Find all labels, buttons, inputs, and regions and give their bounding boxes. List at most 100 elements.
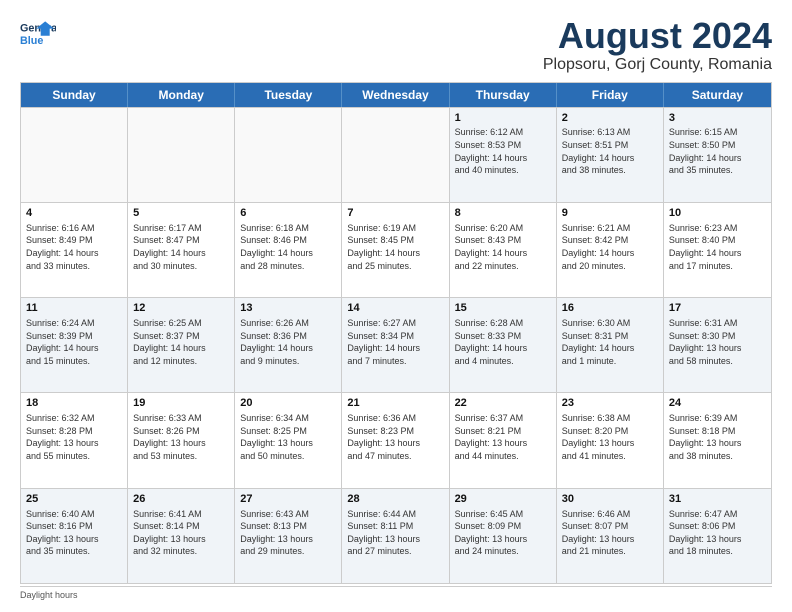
cell-info: Sunrise: 6:18 AM Sunset: 8:46 PM Dayligh… [240, 223, 313, 271]
day-number: 20 [240, 396, 336, 411]
day-number: 23 [562, 396, 658, 411]
day-number: 5 [133, 206, 229, 221]
cell-info: Sunrise: 6:37 AM Sunset: 8:21 PM Dayligh… [455, 413, 528, 461]
day-number: 27 [240, 492, 336, 507]
calendar-cell: 29Sunrise: 6:45 AM Sunset: 8:09 PM Dayli… [450, 489, 557, 583]
calendar-cell: 9 Sunrise: 6:21 AM Sunset: 8:42 PM Daylig… [557, 203, 664, 297]
cell-info: Sunrise: 6:13 AM Sunset: 8:51 PM Dayligh… [562, 127, 635, 175]
calendar-cell: 17Sunrise: 6:31 AM Sunset: 8:30 PM Dayli… [664, 298, 771, 392]
calendar-cell: 3Sunrise: 6:15 AM Sunset: 8:50 PM Daylig… [664, 108, 771, 202]
cell-info: Sunrise: 6:41 AM Sunset: 8:14 PM Dayligh… [133, 509, 206, 557]
day-number: 19 [133, 396, 229, 411]
cell-info: Sunrise: 6:21 AM Sunset: 8:42 PM Dayligh… [562, 223, 635, 271]
calendar-header-cell: Wednesday [342, 83, 449, 107]
cell-info: Sunrise: 6:27 AM Sunset: 8:34 PM Dayligh… [347, 318, 420, 366]
day-number: 9 [562, 206, 658, 221]
calendar-cell: 4 Sunrise: 6:16 AM Sunset: 8:49 PM Daylig… [21, 203, 128, 297]
calendar-cell: 8Sunrise: 6:20 AM Sunset: 8:43 PM Daylig… [450, 203, 557, 297]
calendar-cell: 6 Sunrise: 6:18 AM Sunset: 8:46 PM Daylig… [235, 203, 342, 297]
header: GeneralBlue August 2024 Plopsoru, Gorj C… [20, 16, 772, 74]
calendar-cell [21, 108, 128, 202]
calendar-cell: 10 Sunrise: 6:23 AM Sunset: 8:40 PM Dayli… [664, 203, 771, 297]
day-number: 24 [669, 396, 766, 411]
cell-info: Sunrise: 6:33 AM Sunset: 8:26 PM Dayligh… [133, 413, 206, 461]
logo: GeneralBlue [20, 16, 56, 52]
cell-info: Sunrise: 6:44 AM Sunset: 8:11 PM Dayligh… [347, 509, 420, 557]
calendar-header-cell: Monday [128, 83, 235, 107]
calendar-cell: 5 Sunrise: 6:17 AM Sunset: 8:47 PM Daylig… [128, 203, 235, 297]
cell-info: Sunrise: 6:17 AM Sunset: 8:47 PM Dayligh… [133, 223, 206, 271]
calendar-cell: 23 Sunrise: 6:38 AM Sunset: 8:20 PM Dayli… [557, 393, 664, 487]
footer-note: Daylight hours [20, 586, 772, 600]
calendar-week-row: 25 Sunrise: 6:40 AM Sunset: 8:16 PM Dayli… [21, 488, 771, 583]
cell-info: Sunrise: 6:23 AM Sunset: 8:40 PM Dayligh… [669, 223, 742, 271]
calendar-cell [128, 108, 235, 202]
cell-info: Sunrise: 6:38 AM Sunset: 8:20 PM Dayligh… [562, 413, 635, 461]
cell-info: Sunrise: 6:43 AM Sunset: 8:13 PM Dayligh… [240, 509, 313, 557]
cell-info: Sunrise: 6:25 AM Sunset: 8:37 PM Dayligh… [133, 318, 206, 366]
calendar-cell: 22Sunrise: 6:37 AM Sunset: 8:21 PM Dayli… [450, 393, 557, 487]
day-number: 21 [347, 396, 443, 411]
cell-info: Sunrise: 6:32 AM Sunset: 8:28 PM Dayligh… [26, 413, 99, 461]
logo-icon: GeneralBlue [20, 16, 56, 52]
calendar-cell: 19 Sunrise: 6:33 AM Sunset: 8:26 PM Dayli… [128, 393, 235, 487]
calendar-cell: 7Sunrise: 6:19 AM Sunset: 8:45 PM Daylig… [342, 203, 449, 297]
cell-info: Sunrise: 6:16 AM Sunset: 8:49 PM Dayligh… [26, 223, 99, 271]
calendar-cell: 26 Sunrise: 6:41 AM Sunset: 8:14 PM Dayli… [128, 489, 235, 583]
cell-info: Sunrise: 6:15 AM Sunset: 8:50 PM Dayligh… [669, 127, 742, 175]
calendar: SundayMondayTuesdayWednesdayThursdayFrid… [20, 82, 772, 584]
calendar-cell: 13 Sunrise: 6:26 AM Sunset: 8:36 PM Dayli… [235, 298, 342, 392]
day-number: 7 [347, 206, 443, 221]
cell-info: Sunrise: 6:24 AM Sunset: 8:39 PM Dayligh… [26, 318, 99, 366]
day-number: 6 [240, 206, 336, 221]
calendar-cell: 16 Sunrise: 6:30 AM Sunset: 8:31 PM Dayli… [557, 298, 664, 392]
calendar-header-row: SundayMondayTuesdayWednesdayThursdayFrid… [21, 83, 771, 107]
day-number: 15 [455, 301, 551, 316]
day-number: 14 [347, 301, 443, 316]
svg-text:Blue: Blue [20, 35, 43, 47]
title-section: August 2024 Plopsoru, Gorj County, Roman… [543, 16, 772, 74]
cell-info: Sunrise: 6:12 AM Sunset: 8:53 PM Dayligh… [455, 127, 528, 175]
cell-info: Sunrise: 6:34 AM Sunset: 8:25 PM Dayligh… [240, 413, 313, 461]
day-number: 26 [133, 492, 229, 507]
calendar-cell: 1Sunrise: 6:12 AM Sunset: 8:53 PM Daylig… [450, 108, 557, 202]
cell-info: Sunrise: 6:31 AM Sunset: 8:30 PM Dayligh… [669, 318, 742, 366]
calendar-week-row: 4 Sunrise: 6:16 AM Sunset: 8:49 PM Daylig… [21, 202, 771, 297]
calendar-cell: 24 Sunrise: 6:39 AM Sunset: 8:18 PM Dayli… [664, 393, 771, 487]
day-number: 12 [133, 301, 229, 316]
day-number: 13 [240, 301, 336, 316]
calendar-cell: 21 Sunrise: 6:36 AM Sunset: 8:23 PM Dayli… [342, 393, 449, 487]
calendar-header-cell: Sunday [21, 83, 128, 107]
calendar-body: 1Sunrise: 6:12 AM Sunset: 8:53 PM Daylig… [21, 107, 771, 583]
day-number: 2 [562, 111, 658, 126]
calendar-cell: 11Sunrise: 6:24 AM Sunset: 8:39 PM Dayli… [21, 298, 128, 392]
day-number: 4 [26, 206, 122, 221]
calendar-header-cell: Tuesday [235, 83, 342, 107]
calendar-cell [235, 108, 342, 202]
calendar-cell: 31Sunrise: 6:47 AM Sunset: 8:06 PM Dayli… [664, 489, 771, 583]
calendar-cell: 18 Sunrise: 6:32 AM Sunset: 8:28 PM Dayli… [21, 393, 128, 487]
calendar-week-row: 1Sunrise: 6:12 AM Sunset: 8:53 PM Daylig… [21, 107, 771, 202]
day-number: 30 [562, 492, 658, 507]
calendar-week-row: 18 Sunrise: 6:32 AM Sunset: 8:28 PM Dayli… [21, 392, 771, 487]
cell-info: Sunrise: 6:30 AM Sunset: 8:31 PM Dayligh… [562, 318, 635, 366]
calendar-cell: 27 Sunrise: 6:43 AM Sunset: 8:13 PM Dayli… [235, 489, 342, 583]
page: GeneralBlue August 2024 Plopsoru, Gorj C… [0, 0, 792, 612]
calendar-cell: 28 Sunrise: 6:44 AM Sunset: 8:11 PM Dayli… [342, 489, 449, 583]
day-number: 18 [26, 396, 122, 411]
subtitle: Plopsoru, Gorj County, Romania [543, 56, 772, 74]
calendar-header-cell: Saturday [664, 83, 771, 107]
cell-info: Sunrise: 6:26 AM Sunset: 8:36 PM Dayligh… [240, 318, 313, 366]
cell-info: Sunrise: 6:39 AM Sunset: 8:18 PM Dayligh… [669, 413, 742, 461]
calendar-cell: 20 Sunrise: 6:34 AM Sunset: 8:25 PM Dayli… [235, 393, 342, 487]
day-number: 3 [669, 111, 766, 126]
day-number: 16 [562, 301, 658, 316]
day-number: 10 [669, 206, 766, 221]
day-number: 31 [669, 492, 766, 507]
calendar-cell: 2Sunrise: 6:13 AM Sunset: 8:51 PM Daylig… [557, 108, 664, 202]
day-number: 25 [26, 492, 122, 507]
cell-info: Sunrise: 6:40 AM Sunset: 8:16 PM Dayligh… [26, 509, 99, 557]
day-number: 28 [347, 492, 443, 507]
cell-info: Sunrise: 6:36 AM Sunset: 8:23 PM Dayligh… [347, 413, 420, 461]
day-number: 1 [455, 111, 551, 126]
